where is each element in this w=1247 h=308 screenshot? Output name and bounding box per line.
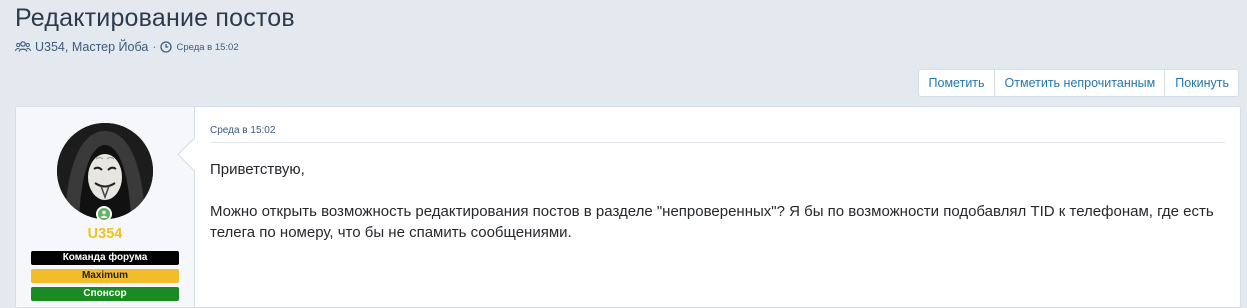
clock-icon <box>160 41 173 53</box>
user-banner-maximum: Maximum <box>31 269 179 283</box>
thread-meta: U354, Мастер Йоба · Среда в 15:02 <box>15 40 239 54</box>
thread-time[interactable]: Среда в 15:02 <box>176 42 238 53</box>
leave-button[interactable]: Покинуть <box>1165 70 1238 96</box>
user-online-icon <box>96 206 112 222</box>
message: U354 Команда форума Maximum Спонсор Сред… <box>15 106 1241 308</box>
message-body: Приветствую, Можно открыть возможность р… <box>210 159 1220 264</box>
mark-button[interactable]: Пометить <box>919 70 995 96</box>
author-username[interactable]: U354 <box>16 226 194 242</box>
participants-link[interactable]: U354, Мастер Йоба <box>35 40 148 54</box>
message-user-cell: U354 Команда форума Maximum Спонсор <box>16 107 195 307</box>
message-date[interactable]: Среда в 15:02 <box>210 125 275 136</box>
user-banner-team: Команда форума <box>31 251 179 265</box>
message-paragraph: Приветствую, <box>210 161 305 178</box>
mark-unread-button[interactable]: Отметить непрочитанным <box>995 70 1166 96</box>
users-icon <box>15 41 31 53</box>
page-title: Редактирование постов <box>15 4 295 32</box>
message-divider <box>210 142 1225 143</box>
message-paragraph: Можно открыть возможность редактирования… <box>210 203 1214 241</box>
meta-separator: · <box>152 40 157 54</box>
avatar[interactable] <box>57 123 153 219</box>
thread-actions: Пометить Отметить непрочитанным Покинуть <box>917 69 1239 97</box>
user-banner-sponsor: Спонсор <box>31 287 179 301</box>
